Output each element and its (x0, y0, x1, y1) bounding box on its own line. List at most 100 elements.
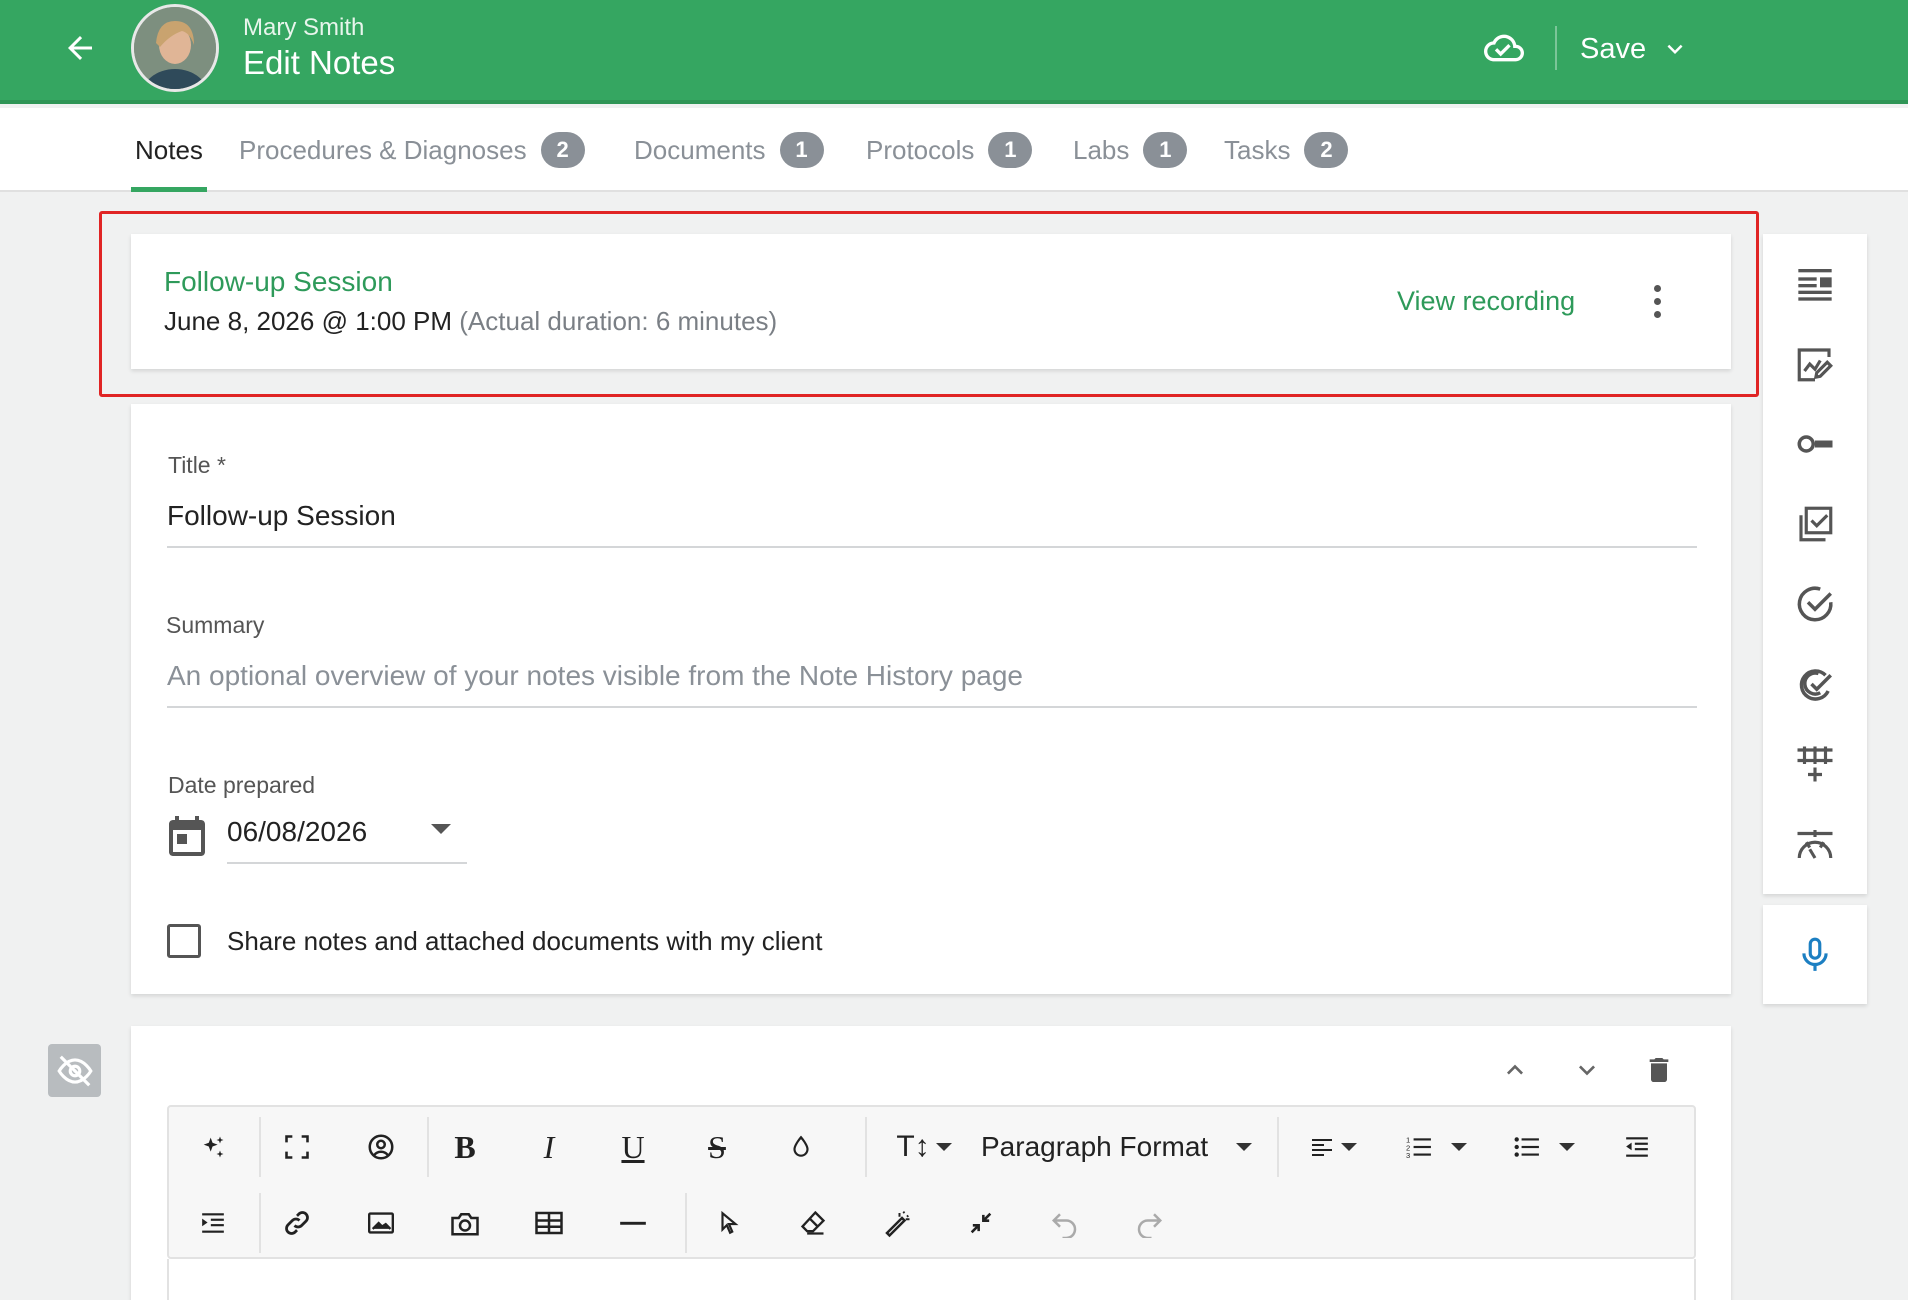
svg-text:3: 3 (1406, 1151, 1410, 1160)
bold-icon[interactable]: B (435, 1117, 495, 1177)
tab-label: Labs (1073, 134, 1130, 165)
save-button[interactable]: Save (1580, 26, 1690, 72)
toolbar-divider (1277, 1117, 1279, 1177)
avatar (131, 4, 219, 92)
double-check-icon[interactable] (1787, 656, 1843, 712)
redo-icon[interactable] (1119, 1193, 1179, 1253)
save-label: Save (1580, 32, 1647, 65)
clear-format-icon[interactable] (783, 1193, 843, 1253)
tab-label: Procedures & Diagnoses (239, 134, 527, 165)
count-badge: 2 (1304, 132, 1349, 168)
back-button[interactable] (58, 26, 102, 70)
scale-icon[interactable] (1787, 816, 1843, 872)
date-prepared-label: Date prepared (168, 772, 316, 798)
link-icon[interactable] (267, 1193, 327, 1253)
microphone-button[interactable] (1763, 905, 1867, 1004)
title-label: Title * (168, 452, 226, 478)
tab-label: Documents (634, 134, 766, 165)
microphone-icon[interactable] (1796, 934, 1834, 976)
table-add-icon[interactable] (1787, 736, 1843, 792)
editor-toolbar: B I U S T↕ Paragraph Format 123 (167, 1105, 1696, 1259)
font-size-icon[interactable]: T↕ (879, 1117, 969, 1177)
italic-icon[interactable]: I (519, 1117, 579, 1177)
move-down-icon[interactable] (1565, 1048, 1609, 1092)
note-details-form: Title * Summary Date prepared 06/08/2026… (131, 404, 1731, 994)
tab-procedures-diagnoses[interactable]: Procedures & Diagnoses 2 (239, 108, 585, 192)
tab-bar: Notes Procedures & Diagnoses 2 Documents… (0, 108, 1908, 192)
delete-icon[interactable] (1637, 1048, 1681, 1092)
fullscreen-icon[interactable] (267, 1117, 327, 1177)
toolbar-divider (685, 1193, 687, 1253)
underline-icon[interactable]: U (603, 1117, 663, 1177)
eye-off-icon[interactable] (56, 1052, 94, 1090)
image-icon[interactable] (351, 1193, 411, 1253)
strikethrough-icon[interactable]: S (687, 1117, 747, 1177)
collapse-icon[interactable] (951, 1193, 1011, 1253)
page-title: Edit Notes (243, 44, 396, 81)
session-duration: (Actual duration: 6 minutes) (459, 306, 778, 336)
checklist-icon[interactable] (1787, 496, 1843, 552)
horizontal-rule-icon[interactable] (603, 1193, 663, 1253)
count-badge: 2 (540, 132, 585, 168)
session-title: Follow-up Session (164, 266, 393, 297)
ai-sparkle-icon[interactable] (183, 1117, 243, 1177)
cloud-check-icon[interactable] (1484, 28, 1528, 72)
note-body-editor[interactable] (167, 1259, 1696, 1300)
share-with-client-checkbox[interactable] (167, 924, 201, 958)
session-date: June 8, 2026 @ 1:00 PM (164, 306, 453, 336)
tab-label: Notes (135, 134, 203, 165)
outdent-icon[interactable] (1607, 1117, 1667, 1177)
camera-icon[interactable] (435, 1193, 495, 1253)
paragraph-format-label: Paragraph Format (981, 1131, 1209, 1162)
ordered-list-icon[interactable]: 123 (1391, 1117, 1481, 1177)
tab-label: Protocols (866, 134, 975, 165)
arrow-left-icon (68, 36, 92, 60)
date-dropdown-icon[interactable] (431, 824, 451, 834)
unordered-list-icon[interactable] (1499, 1117, 1589, 1177)
tab-labs[interactable]: Labs 1 (1073, 108, 1188, 192)
toolbar-divider (259, 1117, 261, 1177)
undo-icon[interactable] (1035, 1193, 1095, 1253)
text-color-icon[interactable] (771, 1117, 831, 1177)
share-with-client-label: Share notes and attached documents with … (227, 926, 823, 956)
template-icon[interactable] (1787, 256, 1843, 312)
count-badge: 1 (988, 132, 1033, 168)
paragraph-format-select[interactable]: Paragraph Format (981, 1117, 1253, 1177)
magic-wand-icon[interactable] (867, 1193, 927, 1253)
move-up-icon[interactable] (1493, 1048, 1537, 1092)
summary-label: Summary (166, 612, 265, 638)
tab-tasks[interactable]: Tasks 2 (1224, 108, 1349, 192)
table-icon[interactable] (519, 1193, 579, 1253)
count-badge: 1 (1143, 132, 1188, 168)
tab-label: Tasks (1224, 134, 1291, 165)
tab-documents[interactable]: Documents 1 (634, 108, 824, 192)
toolbar-divider (259, 1193, 261, 1253)
chevron-down-icon[interactable] (1660, 34, 1690, 64)
toolbar-divider (427, 1117, 429, 1177)
signature-icon[interactable] (1787, 336, 1843, 392)
tab-protocols[interactable]: Protocols 1 (866, 108, 1033, 192)
more-options-icon[interactable] (1639, 278, 1675, 324)
visibility-toggle[interactable] (48, 1044, 101, 1097)
client-name: Mary Smith (243, 14, 365, 41)
calendar-icon[interactable] (167, 814, 207, 858)
app-header: Mary Smith Edit Notes Save (0, 0, 1908, 104)
header-divider (1555, 26, 1557, 70)
session-datetime: June 8, 2026 @ 1:00 PM (Actual duration:… (164, 306, 777, 337)
check-circle-icon[interactable] (1787, 576, 1843, 632)
select-icon[interactable] (699, 1193, 759, 1253)
toolbar-divider (865, 1117, 867, 1177)
view-recording-link[interactable]: View recording (1397, 286, 1575, 317)
key-icon[interactable] (1787, 416, 1843, 472)
note-editor-card: B I U S T↕ Paragraph Format 123 (131, 1026, 1731, 1300)
tools-rail (1763, 234, 1867, 894)
active-tab-indicator (131, 187, 207, 192)
indent-icon[interactable] (183, 1193, 243, 1253)
session-card: Follow-up Session June 8, 2026 @ 1:00 PM… (131, 234, 1731, 369)
align-icon[interactable] (1293, 1117, 1373, 1177)
tab-notes[interactable]: Notes (131, 108, 207, 192)
mention-icon[interactable] (351, 1117, 411, 1177)
summary-input[interactable] (167, 646, 1697, 708)
title-input[interactable] (167, 486, 1697, 548)
count-badge: 1 (779, 132, 824, 168)
